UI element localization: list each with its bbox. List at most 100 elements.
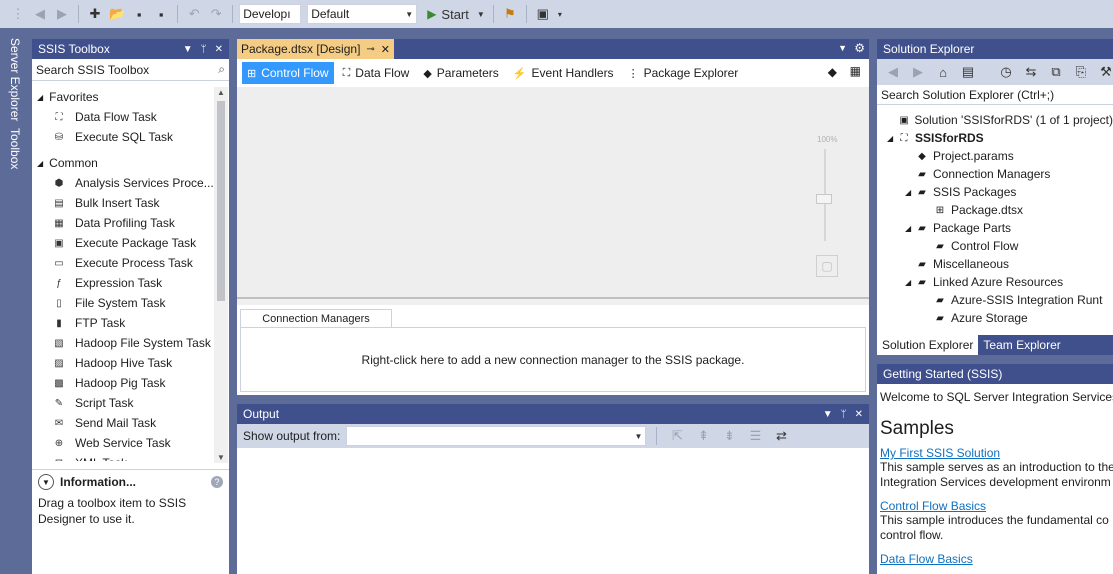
pin-icon[interactable]: ᛘ bbox=[841, 409, 847, 420]
toolbox-item[interactable]: ⛁ Execute SQL Task bbox=[32, 127, 214, 147]
expand-arrow-icon[interactable]: ◢ bbox=[887, 134, 897, 143]
find-message-icon[interactable]: ⇱ bbox=[667, 425, 687, 447]
open-folder-icon[interactable]: 📂 bbox=[107, 3, 127, 25]
sample-link[interactable]: Data Flow Basics bbox=[880, 552, 1110, 566]
sample-link[interactable]: Control Flow Basics bbox=[880, 499, 1110, 513]
solution-explorer-tab[interactable]: Solution Explorer bbox=[877, 335, 979, 355]
help-icon[interactable]: ? bbox=[211, 476, 223, 488]
toolbox-item[interactable]: ƒ Expression Task bbox=[32, 273, 214, 293]
switch-views-icon[interactable]: ▤ bbox=[958, 61, 978, 83]
solution-tree-node[interactable]: ▰ Control Flow bbox=[877, 237, 1113, 255]
expand-arrow-icon[interactable]: ◢ bbox=[905, 224, 915, 233]
save-icon[interactable]: ▪ bbox=[129, 3, 149, 25]
solution-tree-node[interactable]: ▰ Connection Managers bbox=[877, 165, 1113, 183]
package-document-tab[interactable]: Package.dtsx [Design] ⊸ ✕ bbox=[237, 39, 395, 59]
toolbox-item[interactable]: ⊕ Web Service Task bbox=[32, 433, 214, 453]
pin-icon[interactable]: ⊸ bbox=[366, 44, 374, 55]
pin-icon[interactable]: ᛘ bbox=[201, 44, 207, 55]
designer-tab[interactable]: ⛶ Data Flow bbox=[338, 62, 415, 84]
word-wrap-icon[interactable]: ⇄ bbox=[771, 425, 791, 447]
previous-message-icon[interactable]: ⇞ bbox=[693, 425, 713, 447]
scroll-up-icon[interactable]: ▲ bbox=[217, 88, 225, 97]
solution-tree-node[interactable]: ◢ ▰ Linked Azure Resources bbox=[877, 273, 1113, 291]
solution-tree-node[interactable]: ◢ ⛶ SSISforRDS bbox=[877, 129, 1113, 147]
close-icon[interactable]: ✕ bbox=[855, 409, 863, 420]
toolbox-search-input[interactable]: Search SSIS Toolbox bbox=[36, 63, 149, 77]
show-all-files-icon[interactable]: ⎘ bbox=[1071, 61, 1091, 83]
solution-tree-node[interactable]: ▰ Miscellaneous bbox=[877, 255, 1113, 273]
toolbox-item[interactable]: ⊡ XML Task bbox=[32, 453, 214, 461]
team-explorer-tab[interactable]: Team Explorer bbox=[978, 335, 1065, 355]
home-icon[interactable]: ⌂ bbox=[933, 61, 953, 83]
ssis-attach-icon[interactable]: ⚑ bbox=[500, 3, 520, 25]
save-all-icon[interactable]: ▪ bbox=[151, 3, 171, 25]
solution-config-combo[interactable]: Developı bbox=[239, 4, 302, 24]
clear-all-icon[interactable]: ☰ bbox=[745, 425, 765, 447]
variables-icon[interactable]: ◆ bbox=[828, 65, 837, 79]
toolbox-search[interactable]: Search SSIS Toolbox ⌕ bbox=[32, 59, 229, 81]
toolbox-item[interactable]: ▧ Hadoop File System Task bbox=[32, 333, 214, 353]
solution-tree-node[interactable]: ⊞ Package.dtsx bbox=[877, 201, 1113, 219]
solution-tree-node[interactable]: ◢ ▰ SSIS Packages bbox=[877, 183, 1113, 201]
undo-icon[interactable]: ↶ bbox=[184, 3, 204, 25]
forward-icon[interactable]: ▶ bbox=[908, 61, 928, 83]
toolbox-item[interactable]: ▨ Hadoop Hive Task bbox=[32, 353, 214, 373]
connection-managers-tab[interactable]: Connection Managers bbox=[240, 309, 392, 327]
toolbox-item[interactable]: ✉ Send Mail Task bbox=[32, 413, 214, 433]
toolbar-overflow-icon[interactable]: ▾ bbox=[558, 10, 562, 19]
gear-icon[interactable]: ⚙ bbox=[854, 41, 865, 55]
forward-icon[interactable]: ▶ bbox=[52, 3, 72, 25]
toolbox-item[interactable]: ▭ Execute Process Task bbox=[32, 253, 214, 273]
solution-tree-node[interactable]: ◆ Project.params bbox=[877, 147, 1113, 165]
toolbox-item[interactable]: ✎ Script Task bbox=[32, 393, 214, 413]
scroll-thumb[interactable] bbox=[217, 101, 225, 301]
scroll-down-icon[interactable]: ▼ bbox=[217, 453, 225, 462]
toolbox-item[interactable]: ▯ File System Task bbox=[32, 293, 214, 313]
expand-arrow-icon[interactable]: ◢ bbox=[905, 278, 915, 287]
server-explorer-tab[interactable]: Server Explorer bbox=[8, 38, 22, 121]
solution-tree-node[interactable]: ◢ ▰ Package Parts bbox=[877, 219, 1113, 237]
toolbox-item[interactable]: ▩ Hadoop Pig Task bbox=[32, 373, 214, 393]
toolbox-item[interactable]: ▤ Bulk Insert Task bbox=[32, 193, 214, 213]
favorites-group[interactable]: ◢ Favorites bbox=[32, 87, 214, 107]
grid-options-icon[interactable]: ▦ bbox=[850, 64, 861, 78]
redo-icon[interactable]: ↷ bbox=[206, 3, 226, 25]
toolbox-item[interactable]: ▣ Execute Package Task bbox=[32, 233, 214, 253]
solution-search-input[interactable]: Search Solution Explorer (Ctrl+;) bbox=[881, 88, 1054, 102]
window-layout-icon[interactable]: ▣ bbox=[533, 3, 553, 25]
collapse-info-icon[interactable]: ▼ bbox=[38, 474, 54, 490]
designer-tab[interactable]: ⋮ Package Explorer bbox=[623, 62, 744, 84]
solution-tree-node[interactable]: ▰ Azure Storage bbox=[877, 309, 1113, 327]
expand-arrow-icon[interactable]: ◢ bbox=[37, 93, 43, 102]
toolbox-tab[interactable]: Toolbox bbox=[8, 128, 22, 169]
zoom-slider-thumb[interactable] bbox=[816, 194, 832, 204]
toolbox-item[interactable]: ⛶ Data Flow Task bbox=[32, 107, 214, 127]
platform-combo[interactable]: Default ▼ bbox=[307, 4, 418, 24]
new-project-icon[interactable]: ✚ bbox=[85, 3, 105, 25]
toolbox-item[interactable]: ▦ Data Profiling Task bbox=[32, 213, 214, 233]
toolbox-item[interactable]: ▮ FTP Task bbox=[32, 313, 214, 333]
next-message-icon[interactable]: ⇟ bbox=[719, 425, 739, 447]
solution-tree-node[interactable]: ▣ Solution 'SSISforRDS' (1 of 1 project) bbox=[877, 111, 1113, 129]
close-icon[interactable]: ✕ bbox=[381, 43, 390, 56]
toolbox-item[interactable]: ⬢ Analysis Services Proce... bbox=[32, 173, 214, 193]
start-button[interactable]: ▶ Start ▼ bbox=[425, 3, 487, 25]
toolbox-scrollbar[interactable]: ▲ ▼ bbox=[214, 87, 228, 463]
designer-tab[interactable]: ⊞ Control Flow bbox=[242, 62, 334, 84]
sync-icon[interactable]: ⇆ bbox=[1021, 61, 1041, 83]
show-output-combo[interactable]: ▼ bbox=[346, 426, 647, 446]
common-group[interactable]: ◢ Common bbox=[32, 153, 214, 173]
dropdown-icon[interactable]: ▼ bbox=[823, 409, 833, 420]
close-icon[interactable]: ✕ bbox=[215, 44, 223, 55]
designer-tab[interactable]: ◆ Parameters bbox=[418, 62, 504, 84]
expand-arrow-icon[interactable]: ◢ bbox=[905, 188, 915, 197]
connection-managers-tray[interactable]: Right-click here to add a new connection… bbox=[240, 327, 866, 392]
designer-tab[interactable]: ⚡ Event Handlers bbox=[508, 62, 619, 84]
solution-tree-node[interactable]: ▰ Azure-SSIS Integration Runt bbox=[877, 291, 1113, 309]
fit-to-window-icon[interactable]: ▢ bbox=[816, 255, 838, 277]
back-icon[interactable]: ◀ bbox=[883, 61, 903, 83]
control-flow-canvas[interactable]: 100% ▢ bbox=[237, 87, 869, 299]
dropdown-icon[interactable]: ▼ bbox=[838, 43, 847, 53]
dropdown-icon[interactable]: ▼ bbox=[183, 44, 193, 55]
solution-search[interactable]: Search Solution Explorer (Ctrl+;) bbox=[877, 85, 1113, 105]
